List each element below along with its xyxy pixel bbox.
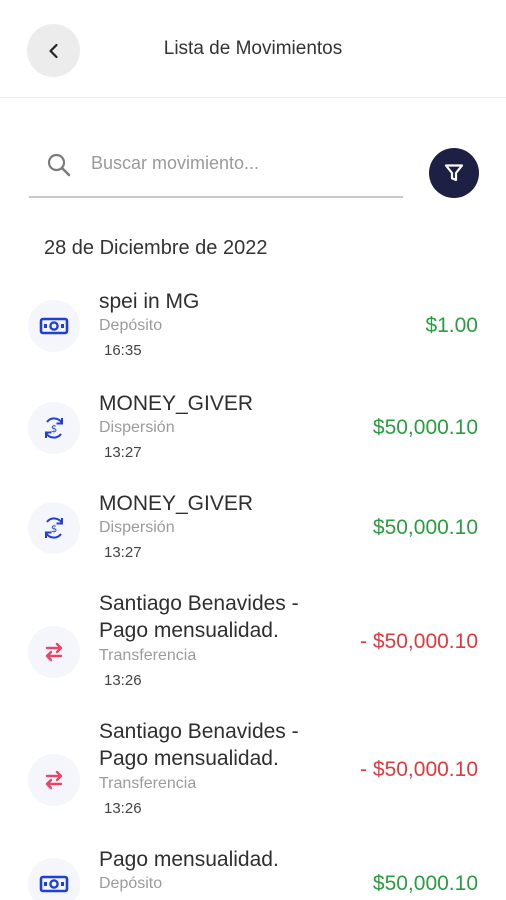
transaction-name: Santiago Benavides -	[99, 720, 299, 743]
transaction-name: spei in MG	[99, 290, 200, 313]
dollar-cycle-icon: $	[45, 517, 63, 539]
search-bar	[29, 140, 403, 198]
transaction-time: 16:35	[104, 342, 142, 359]
transaction-type: Dispersión	[99, 519, 175, 536]
filter-icon	[444, 164, 464, 182]
transaction-type-icon	[28, 754, 80, 806]
transaction-type: Dispersión	[99, 419, 175, 436]
date-group-header: 28 de Diciembre de 2022	[44, 237, 268, 259]
transaction-type: Depósito	[99, 317, 163, 334]
transfer-arrows-icon	[45, 642, 63, 662]
transaction-name: MONEY_GIVER	[99, 392, 254, 415]
cash-icon	[39, 875, 69, 893]
transaction-name: Santiago Benavides -	[99, 592, 299, 615]
transaction-name: Pago mensualidad.	[99, 747, 279, 770]
transaction-time: 13:27	[104, 444, 142, 461]
filter-button[interactable]	[429, 148, 479, 198]
transaction-name: MONEY_GIVER	[99, 492, 254, 515]
svg-text:$: $	[51, 524, 57, 535]
transaction-type-icon: $	[28, 402, 80, 454]
transaction-type-icon	[28, 626, 80, 678]
transaction-amount: $50,000.10	[372, 872, 478, 895]
transaction-name: Pago mensualidad.	[99, 848, 279, 871]
transaction-amount: $50,000.10	[372, 416, 478, 439]
transaction-amount: $50,000.10	[372, 516, 478, 539]
transfer-arrows-icon	[45, 770, 63, 790]
search-icon	[47, 153, 71, 177]
transaction-type-icon: $	[28, 502, 80, 554]
transaction-amount: - $50,000.10	[360, 630, 478, 653]
transaction-time: 13:26	[104, 800, 142, 817]
transaction-type-icon	[28, 858, 80, 900]
cash-icon	[39, 317, 69, 335]
page-title: Lista de Movimientos	[163, 38, 343, 59]
transaction-name: Pago mensualidad.	[99, 619, 279, 642]
transaction-amount: - $50,000.10	[360, 758, 478, 781]
transaction-type: Transferencia	[99, 775, 197, 792]
transaction-time: 13:26	[104, 672, 142, 689]
transaction-time: 13:27	[104, 544, 142, 561]
dollar-cycle-icon: $	[45, 417, 63, 439]
app-header: Lista de Movimientos	[0, 0, 506, 98]
search-input[interactable]	[91, 148, 391, 178]
transaction-type-icon	[28, 300, 80, 352]
transaction-amount: $1.00	[425, 314, 478, 337]
transaction-type: Depósito	[99, 875, 163, 892]
svg-text:$: $	[51, 424, 57, 435]
transaction-type: Transferencia	[99, 647, 197, 664]
